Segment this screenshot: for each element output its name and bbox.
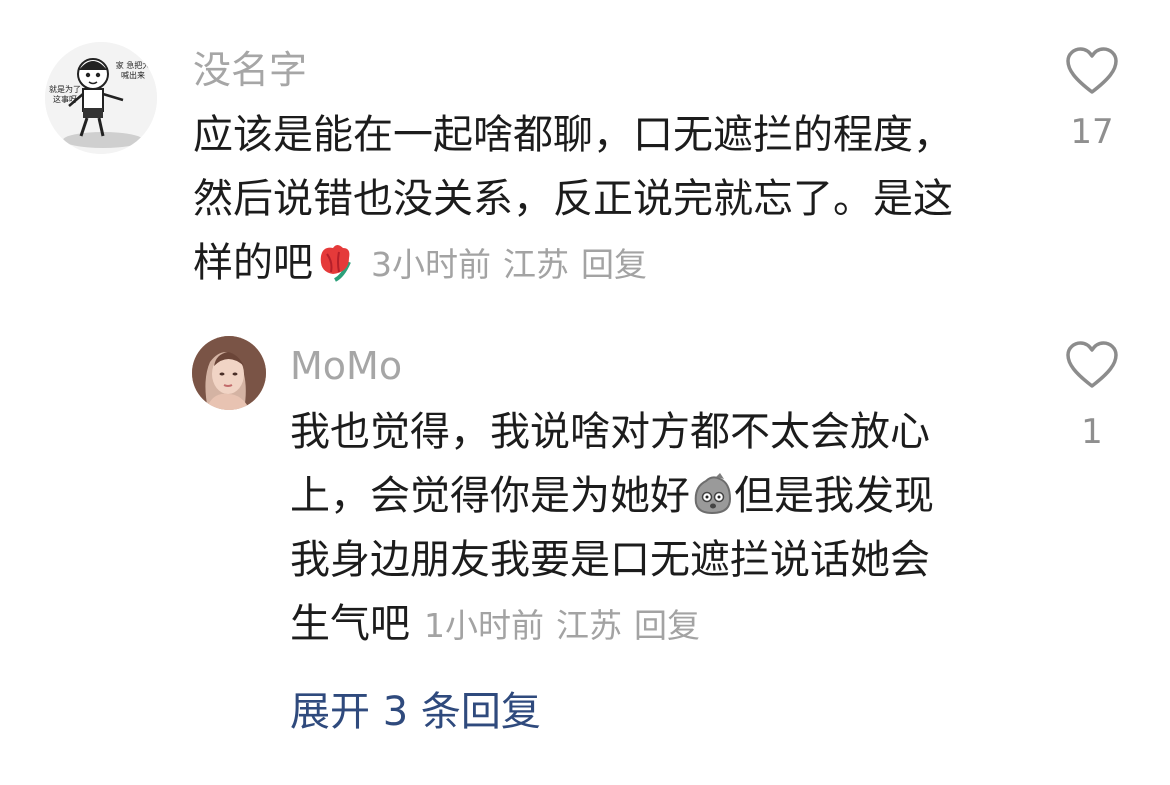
stone-face-emoji-icon [694,473,732,515]
comment-like-count: 17 [1070,112,1114,152]
reply-time: 1小时前 [424,606,544,645]
svg-text:就是为了: 就是为了 [49,84,81,94]
reply-line: 我也觉得，我说啥对方都不太会放心 [290,409,930,455]
svg-text:喊出来: 喊出来 [121,70,145,80]
comment-line: 样的吧 [193,240,313,286]
svg-text:这事呀: 这事呀 [53,94,77,104]
reply-line: 但是我发现 [734,473,934,519]
heart-icon[interactable] [1065,340,1119,390]
reply-line: 上，会觉得你是为她好 [290,473,690,519]
reply-username[interactable]: MoMo [290,344,402,388]
comment-line: 应该是能在一起啥都聊，口无遮拦的程度， [193,112,953,158]
reply-reply-button[interactable]: 回复 [634,606,700,645]
reply-line-with-emoji: 上，会觉得你是为她好 但是我发现 [290,464,934,528]
reply-text: 我也觉得，我说啥对方都不太会放心 上，会觉得你是为她好 但是我发现 我身边朋友我… [290,400,934,658]
avatar[interactable]: 家 急把大 喊出来 就是为了 这事呀 [45,42,157,154]
comment-time: 3小时前 [371,245,491,284]
reply-location: 江苏 [556,606,622,645]
reply-line-last: 生气吧 1小时前 江苏 回复 [290,592,934,658]
flower-emoji-icon [320,245,351,282]
reply-avatar[interactable] [192,336,266,410]
comment-username[interactable]: 没名字 [193,48,307,92]
svg-text:家 急把大: 家 急把大 [116,60,151,70]
comment-line: 然后说错也没关系，反正说完就忘了。是这 [193,176,953,222]
comment-like: 17 [1052,46,1132,152]
comment-text: 应该是能在一起啥都聊，口无遮拦的程度， 然后说错也没关系，反正说完就忘了。是这 … [193,103,953,297]
reply-line: 生气吧 [290,601,410,647]
reply-line: 我身边朋友我要是口无遮拦说话她会 [290,537,930,583]
comment-location: 江苏 [503,245,569,284]
reply-like: 1 [1052,340,1132,452]
cartoon-avatar-illustration: 家 急把大 喊出来 就是为了 这事呀 [45,42,157,154]
reply-like-count: 1 [1081,412,1103,452]
expand-replies-button[interactable]: 展开 3 条回复 [290,688,541,736]
portrait-avatar-photo [192,336,266,410]
heart-icon[interactable] [1065,46,1119,96]
comment-line-last: 样的吧 3小时前 江苏 回复 [193,231,953,297]
comment-reply-button[interactable]: 回复 [581,245,647,284]
